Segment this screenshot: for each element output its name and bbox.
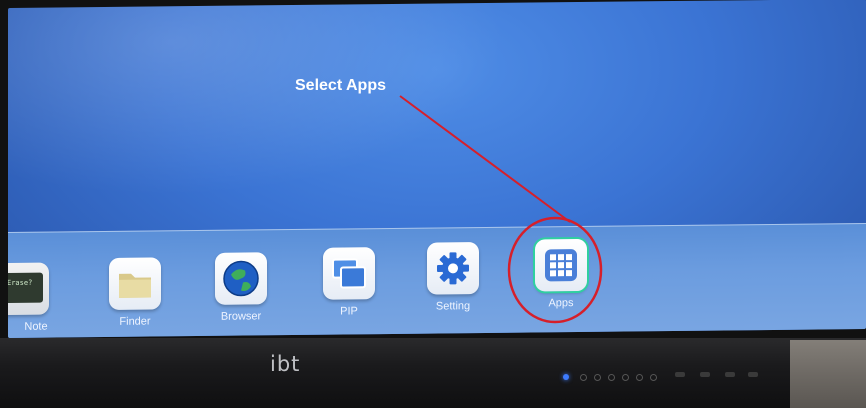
brand-logo: ibt <box>270 352 301 376</box>
pip-icon <box>323 247 375 300</box>
dock-item-label: Setting <box>435 300 471 313</box>
dock-item-label: Finder <box>119 315 151 328</box>
globe-icon <box>215 252 267 305</box>
screen-glare <box>8 0 508 199</box>
dock-item-label: Browser <box>220 310 262 323</box>
bezel-button[interactable] <box>650 374 657 381</box>
bezel-port <box>700 372 710 377</box>
bezel-port <box>725 372 735 377</box>
bezel-button[interactable] <box>608 374 615 381</box>
gear-icon <box>427 242 479 295</box>
apps-grid-icon <box>535 238 587 292</box>
dock-item-pip[interactable]: PIP <box>304 247 394 318</box>
monitor-bezel <box>0 338 866 408</box>
bezel-button[interactable] <box>594 374 601 381</box>
dock-item-label: Note <box>24 320 48 333</box>
dock-item-label: Apps <box>548 297 574 310</box>
dock-item-note[interactable]: Erase? Note <box>8 262 68 333</box>
note-icon: Erase? <box>8 262 49 316</box>
dock-item-label: PIP <box>340 305 358 318</box>
background-wall <box>790 340 866 408</box>
photo-frame: Erase? Note Finder Browser PIP Setting A… <box>0 0 866 408</box>
bezel-button[interactable] <box>580 374 587 381</box>
bezel-port <box>748 372 758 377</box>
folder-icon <box>109 257 161 310</box>
app-dock: Erase? Note Finder Browser PIP Setting A… <box>8 223 866 339</box>
dock-item-apps[interactable]: Apps <box>516 238 606 310</box>
bezel-port <box>675 372 685 377</box>
dock-item-browser[interactable]: Browser <box>196 252 286 323</box>
bezel-button[interactable] <box>636 374 643 381</box>
power-led-icon <box>563 374 569 380</box>
dock-item-setting[interactable]: Setting <box>408 242 498 313</box>
dock-item-finder[interactable]: Finder <box>90 257 180 328</box>
annotation-label: Select Apps <box>295 77 386 94</box>
note-icon-text: Erase? <box>8 278 33 288</box>
display-screen: Erase? Note Finder Browser PIP Setting A… <box>8 0 866 339</box>
bezel-button[interactable] <box>622 374 629 381</box>
